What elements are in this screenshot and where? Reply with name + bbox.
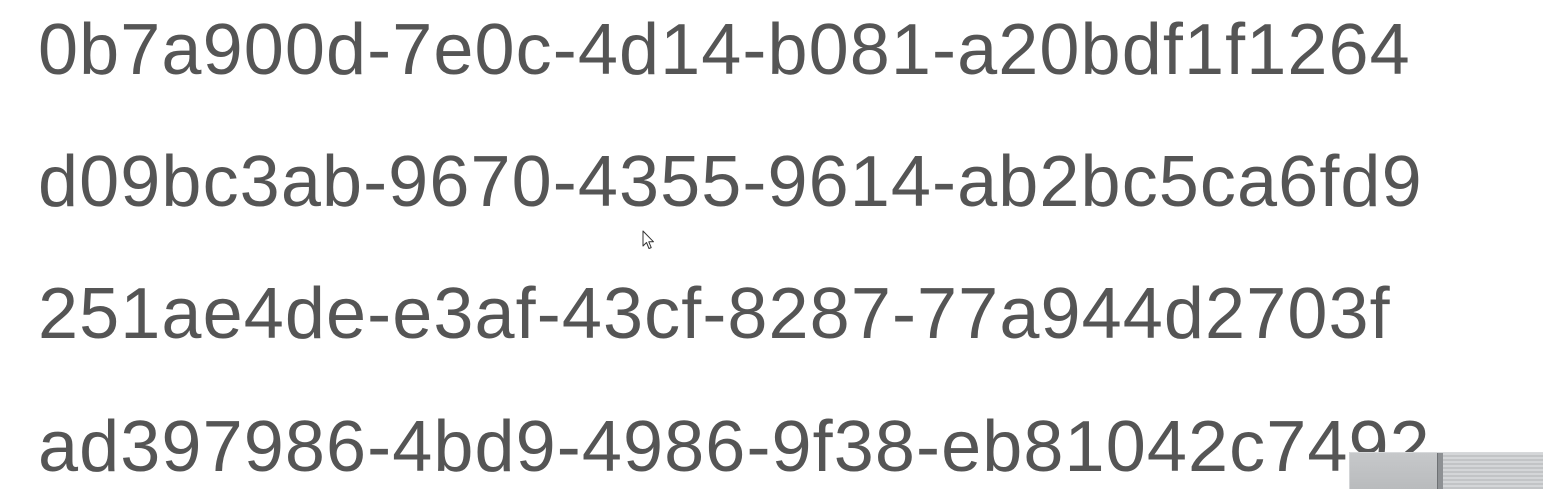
- uuid-line: 251ae4de-e3af-43cf-8287-77a944d2703f: [38, 274, 1391, 354]
- mouse-pointer-icon: [642, 230, 655, 250]
- thumbnail-panel: [1443, 453, 1543, 489]
- uuid-line: 0b7a900d-7e0c-4d14-b081-a20bdf1f1264: [38, 10, 1411, 90]
- uuid-line: ad397986-4bd9-4986-9f38-eb81042c7492: [38, 407, 1431, 487]
- uuid-line: d09bc3ab-9670-4355-9614-ab2bc5ca6fd9: [38, 142, 1423, 222]
- thumbnail-preview[interactable]: [1349, 452, 1543, 489]
- uuid-list: 0b7a900d-7e0c-4d14-b081-a20bdf1f1264 d09…: [38, 0, 1543, 489]
